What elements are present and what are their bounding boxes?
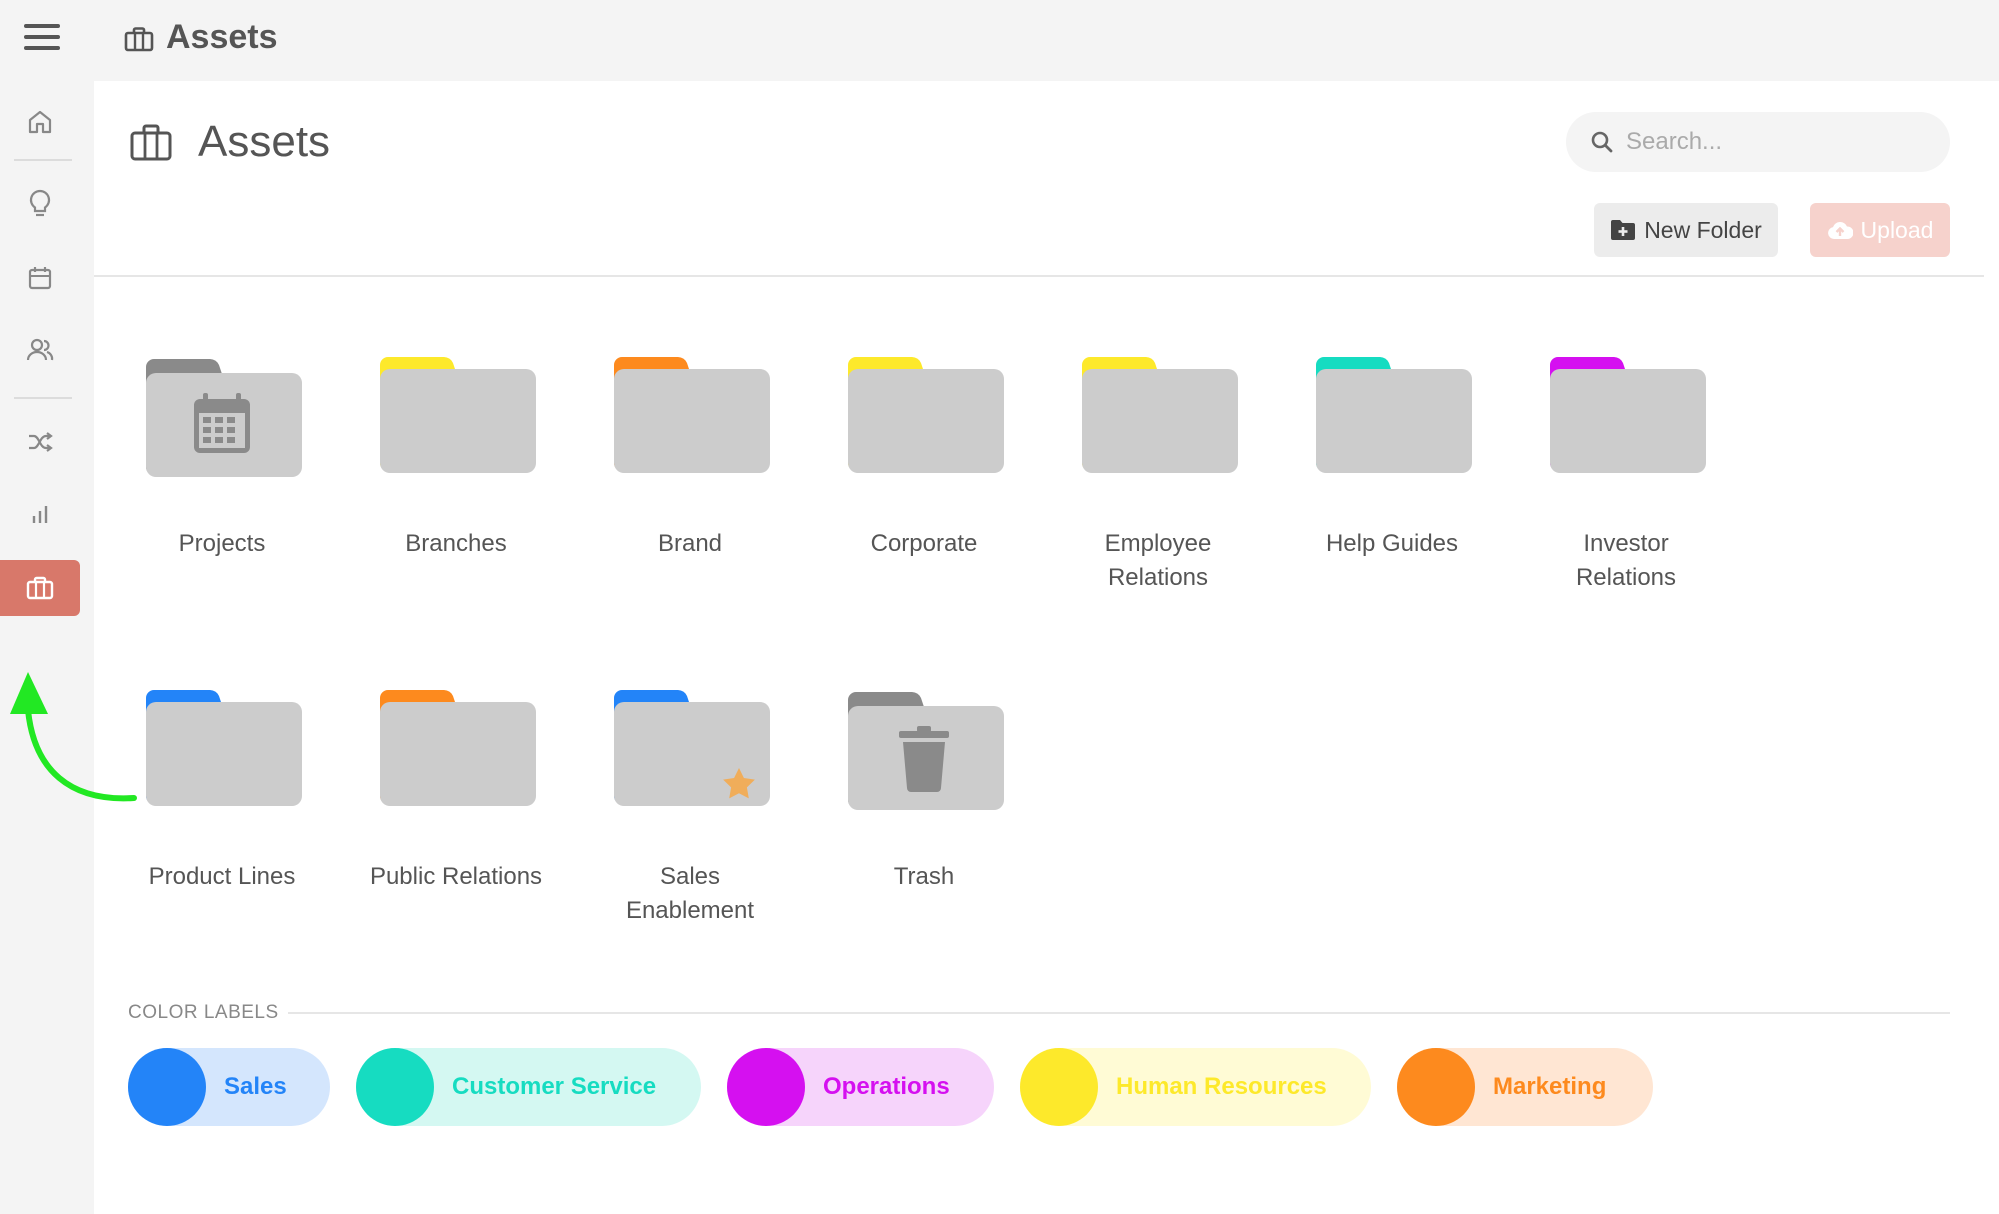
top-bar: Assets [0,0,1999,81]
color-labels-heading: COLOR LABELS [128,1002,279,1023]
page-title: Assets [198,117,331,166]
folder-icon [614,690,770,806]
color-label-text: Sales [224,1073,287,1100]
color-label-human-resources[interactable]: Human Resources [1020,1048,1371,1126]
sidebar-item-home[interactable] [0,94,80,150]
new-folder-button[interactable]: New Folder [1594,203,1778,257]
sidebar-item-workflows[interactable] [0,414,80,470]
trash-icon [899,726,949,792]
folder-label: Employee Relations [1104,530,1212,591]
folder-employee-relations[interactable]: Employee Relations [1043,353,1273,595]
color-dot [1020,1048,1098,1126]
bar-chart-icon [32,506,48,523]
folder-help-guides[interactable]: Help Guides [1277,353,1507,561]
briefcase-icon [124,27,154,52]
color-label-text: Operations [823,1073,950,1100]
folder-label: Brand [657,530,723,557]
shuffle-icon [29,432,53,452]
calendar-icon [194,393,250,453]
folder-sales-enablement[interactable]: Sales Enablement [575,686,805,928]
sidebar-item-ideas[interactable] [0,176,80,232]
folder-label: Public Relations [369,863,543,890]
annotation-arrow [10,672,137,802]
color-label-text: Customer Service [452,1073,657,1100]
color-label-marketing[interactable]: Marketing [1397,1048,1653,1126]
folder-trash[interactable]: Trash [809,686,1039,894]
sidebar-divider [14,159,72,161]
folder-label: Projects [178,530,266,557]
folder-branches[interactable]: Branches [341,353,571,561]
folder-label: Sales Enablement [625,863,755,924]
users-icon [26,338,54,361]
folder-label: Help Guides [1325,530,1459,557]
color-label-sales[interactable]: Sales [128,1048,330,1126]
folder-public-relations[interactable]: Public Relations [341,686,571,894]
folder-icon [848,692,1004,810]
folder-icon [614,357,770,473]
sidebar-item-assets[interactable] [0,560,80,616]
divider [288,1012,1950,1014]
new-folder-label: New Folder [1644,216,1762,243]
briefcase-icon [130,124,172,161]
folder-icon [146,690,302,806]
color-dot [356,1048,434,1126]
folder-label: Branches [405,530,507,557]
color-dot [128,1048,206,1126]
sidebar-item-calendar[interactable] [0,250,80,306]
upload-label: Upload [1860,216,1934,243]
folder-label: Product Lines [148,863,296,890]
folder-icon [380,357,536,473]
search-box [1566,112,1950,172]
folder-corporate[interactable]: Corporate [809,353,1039,561]
folder-label: Investor Relations [1575,530,1677,591]
briefcase-icon [26,576,54,600]
sidebar-divider [14,397,72,399]
sidebar-item-people[interactable] [0,322,80,378]
calendar-icon [28,267,52,290]
folder-investor-relations[interactable]: Investor Relations [1511,353,1741,595]
folder-plus-icon [1611,220,1636,240]
color-label-operations[interactable]: Operations [727,1048,994,1126]
cloud-upload-icon [1827,221,1853,239]
folder-icon [1316,357,1472,473]
folder-projects[interactable]: Projects [107,353,337,561]
app-title: Assets [166,18,278,56]
color-dot [727,1048,805,1126]
sidebar-item-analytics[interactable] [0,486,80,542]
folder-icon [146,359,302,477]
color-label-text: Human Resources [1116,1073,1327,1100]
color-label-text: Marketing [1493,1073,1607,1100]
folder-icon [380,690,536,806]
hamburger-menu-icon[interactable] [24,24,60,54]
folder-label: Trash [893,863,955,890]
lightbulb-icon [29,189,51,217]
main-content: Assets New Folder Upload [94,81,1999,1214]
upload-button[interactable]: Upload [1810,203,1950,257]
folder-icon [1550,357,1706,473]
color-dot [1397,1048,1475,1126]
folder-icon [1082,357,1238,473]
folder-brand[interactable]: Brand [575,353,805,561]
search-input[interactable] [1626,128,1926,156]
folder-label: Corporate [870,530,978,557]
search-icon [1591,131,1613,153]
divider [94,275,1984,277]
folder-icon [848,357,1004,473]
color-label-customer-service[interactable]: Customer Service [356,1048,701,1126]
home-icon [28,110,52,134]
